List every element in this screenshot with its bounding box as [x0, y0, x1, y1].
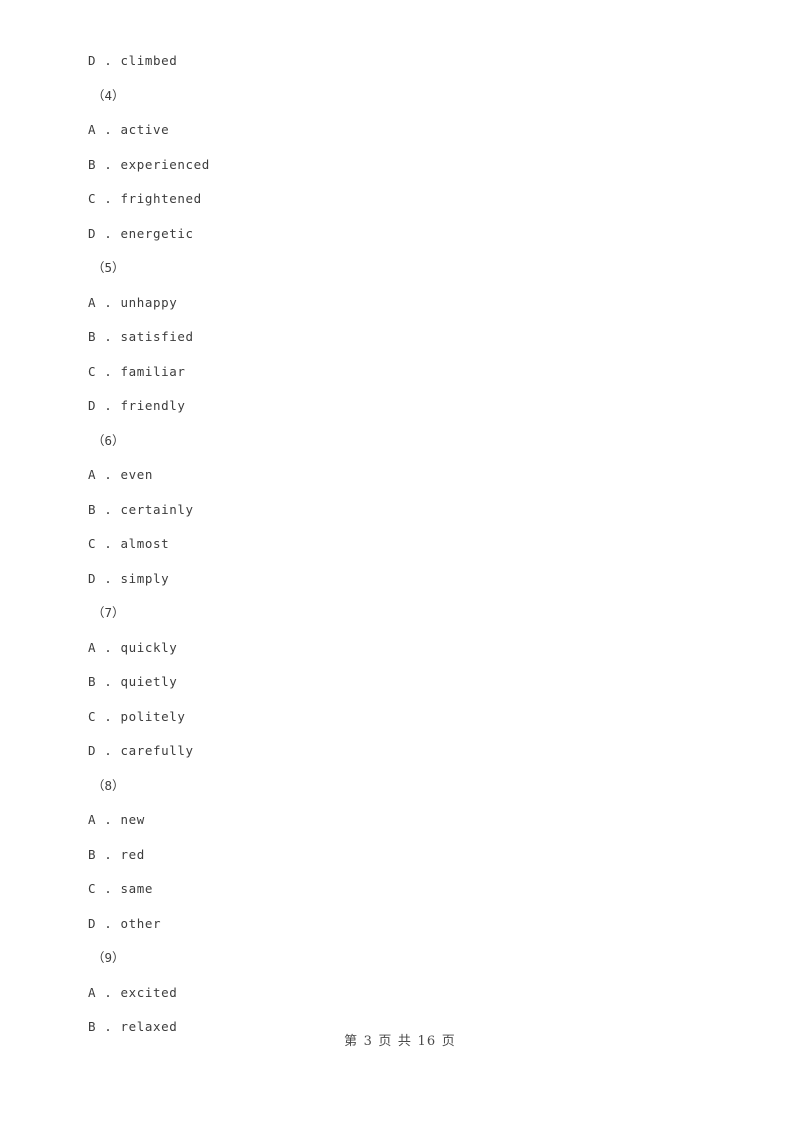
answer-option: D . other [88, 915, 162, 931]
answer-option: C . same [88, 881, 154, 896]
answer-option: B . red [88, 846, 145, 862]
answer-option: C . politely [88, 708, 186, 724]
answer-option: D . simply [88, 570, 170, 586]
question-number: （7） [92, 605, 125, 620]
answer-option: B . certainly [88, 501, 194, 517]
answer-option: D . climbed [88, 53, 178, 68]
answer-option: B . satisfied [88, 329, 194, 344]
answer-option: B . experienced [88, 156, 210, 172]
answer-option: D . energetic [88, 225, 194, 241]
question-number: （4） [92, 87, 125, 103]
question-options-list: D . climbed （4） A . active B . experienced C… [88, 44, 748, 1045]
page-footer: 第 3 页 共 16 页 [344, 1034, 456, 1049]
question-number: （5） [92, 260, 125, 275]
question-number: （6） [92, 432, 125, 448]
answer-option: A . quickly [88, 639, 178, 655]
answer-option: A . new [88, 812, 145, 827]
question-number: （8） [92, 777, 125, 793]
answer-option: D . friendly [88, 398, 186, 413]
answer-option: A . excited [88, 984, 178, 1000]
answer-option: B . quietly [88, 674, 178, 689]
answer-option: D . carefully [88, 743, 194, 758]
answer-option: A . active [88, 122, 170, 137]
answer-option: C . almost [88, 536, 170, 551]
answer-option: C . frightened [88, 191, 202, 206]
answer-option: C . familiar [88, 363, 186, 379]
answer-option: A . unhappy [88, 294, 178, 310]
question-number: （9） [92, 950, 125, 965]
answer-option: A . even [88, 467, 154, 482]
document-page: D . climbed （4） A . active B . experienced C… [0, 0, 800, 1132]
